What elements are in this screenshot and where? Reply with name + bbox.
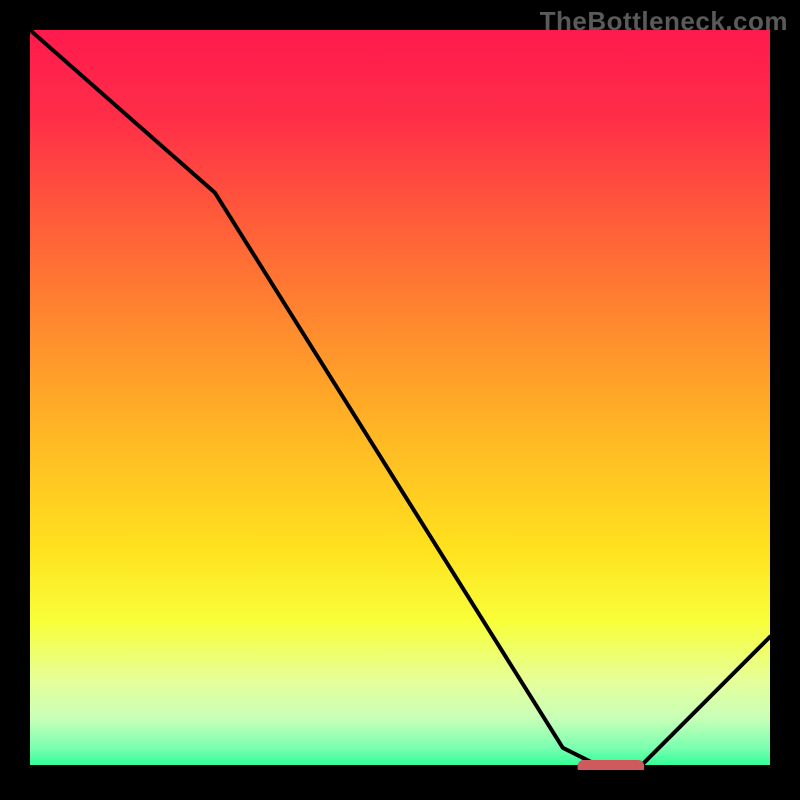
watermark-text: TheBottleneck.com (540, 6, 788, 37)
chart-container: TheBottleneck.com (0, 0, 800, 800)
gradient-background (30, 30, 770, 770)
optimal-marker (578, 760, 645, 770)
baseline-axis (30, 765, 770, 770)
chart-svg (30, 30, 770, 770)
plot-area (30, 30, 770, 770)
